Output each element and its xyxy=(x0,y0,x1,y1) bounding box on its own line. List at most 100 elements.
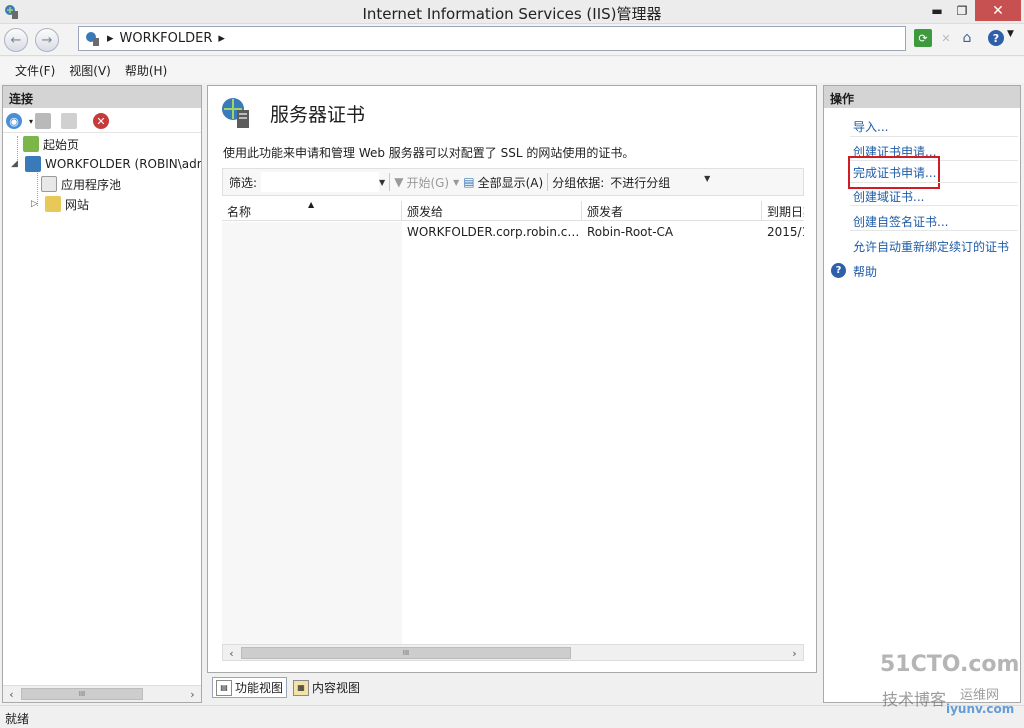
server-icon xyxy=(86,31,99,46)
certificates-table: 名称 ▲ 颁发给 颁发者 到期日期 WORKFOLDER.corp.robin.… xyxy=(222,201,804,645)
show-all-icon: ▤ xyxy=(463,175,475,189)
stop-icon[interactable]: ✕ xyxy=(937,29,955,47)
expand-icon[interactable]: ▷ xyxy=(31,199,41,209)
tree-node-label: 网站 xyxy=(65,197,90,212)
tree-node-app-pools[interactable]: 应用程序池 xyxy=(41,174,121,194)
menu-file[interactable]: 文件(F) xyxy=(8,62,62,79)
main-content-panel: 服务器证书 使用此功能来申请和管理 Web 服务器可以对配置了 SSL 的网站使… xyxy=(207,85,817,673)
import-link[interactable]: 导入... xyxy=(853,118,888,135)
connections-horizontal-scrollbar[interactable]: ‹ III › xyxy=(3,685,201,702)
highlight-annotation-box xyxy=(848,156,940,189)
tree-node-server[interactable]: ◢ WORKFOLDER (ROBIN\administrator) xyxy=(11,154,201,174)
tree-node-start-page[interactable]: 起始页 xyxy=(23,134,79,154)
breadcrumb-root-arrow[interactable]: ▸ xyxy=(107,31,114,46)
address-toolbar: ← → ▸ WORKFOLDER ▸ ⟳ ✕ ⌂ ? ▼ xyxy=(0,24,1024,56)
collapse-icon[interactable]: ◢ xyxy=(11,159,21,169)
sort-ascending-icon: ▲ xyxy=(308,201,315,209)
tab-content-view[interactable]: ▦ 内容视图 xyxy=(289,677,364,698)
go-button[interactable]: ▼ 开始(G) xyxy=(394,174,449,191)
group-by-select[interactable]: 不进行分组 ▼ xyxy=(604,174,716,191)
window-title: Internet Information Services (IIS)管理器 xyxy=(362,5,662,23)
actions-panel: 操作 导入... 创建证书申请... 完成证书申请... 创建域证书... 创建… xyxy=(823,85,1021,703)
separator xyxy=(389,173,391,191)
server-icon xyxy=(25,156,41,172)
tree-node-sites[interactable]: ▷ 网站 xyxy=(31,194,89,214)
connections-panel: 连接 ◉ ▾ ✕ 起始页 ◢ WORKFOLDER (ROBIN\adminis… xyxy=(2,85,202,703)
status-text: 就绪 xyxy=(5,712,30,726)
connect-globe-icon[interactable]: ◉ xyxy=(6,113,22,129)
forward-button[interactable]: → xyxy=(35,28,59,52)
save-icon[interactable] xyxy=(35,113,51,129)
connections-toolbar: ◉ ▾ ✕ xyxy=(3,109,201,133)
sites-folder-icon xyxy=(45,196,61,212)
divider xyxy=(850,182,1018,183)
go-button-label: 开始(G) xyxy=(406,175,450,190)
funnel-icon: ▼ xyxy=(394,175,404,189)
scrollbar-thumb[interactable]: III xyxy=(21,688,143,700)
breadcrumb-segment[interactable]: WORKFOLDER xyxy=(120,31,213,46)
allow-auto-rebind-link[interactable]: 允许自动重新绑定续订的证书 xyxy=(853,238,1009,255)
table-header: 名称 ▲ 颁发给 颁发者 到期日期 xyxy=(222,201,804,221)
filter-input[interactable] xyxy=(261,172,380,192)
connections-tree: 起始页 ◢ WORKFOLDER (ROBIN\administrator) 应… xyxy=(3,134,201,682)
divider xyxy=(850,230,1018,231)
minimize-button[interactable]: ▬ xyxy=(925,0,949,21)
tab-features-view[interactable]: ▤ 功能视图 xyxy=(212,677,288,698)
cell-issued-by: Robin-Root-CA xyxy=(587,225,674,239)
column-header-issued-to[interactable]: 颁发给 xyxy=(402,201,582,221)
tab-label: 功能视图 xyxy=(235,681,284,695)
scrollbar-thumb[interactable]: III xyxy=(241,647,571,659)
title-bar: Internet Information Services (IIS)管理器 ▬… xyxy=(0,0,1024,24)
watermark-line3: 运维网 xyxy=(960,688,1000,703)
chevron-down-icon[interactable]: ▼ xyxy=(453,178,459,187)
cell-issued-to: WORKFOLDER.corp.robin.com xyxy=(407,225,580,239)
view-switcher: ▤ 功能视图 ▦ 内容视图 xyxy=(212,677,364,699)
app-pool-icon xyxy=(41,176,57,192)
chevron-down-icon: ▼ xyxy=(704,173,711,183)
help-icon[interactable]: ? xyxy=(988,30,1004,46)
show-all-button[interactable]: ▤ 全部显示(A) xyxy=(463,174,543,191)
refresh-icon[interactable]: ⟳ xyxy=(914,29,932,47)
create-self-signed-certificate-link[interactable]: 创建自签名证书... xyxy=(853,213,948,230)
help-link[interactable]: 帮助 xyxy=(853,263,877,280)
scroll-right-icon[interactable]: › xyxy=(184,686,201,703)
tab-label: 内容视图 xyxy=(312,681,361,695)
create-domain-certificate-link[interactable]: 创建域证书... xyxy=(853,188,924,205)
disconnect-icon[interactable]: ✕ xyxy=(93,113,109,129)
address-breadcrumb[interactable]: ▸ WORKFOLDER ▸ xyxy=(78,26,906,51)
watermark-line1: 51CTO.com xyxy=(880,652,1020,677)
content-view-icon: ▦ xyxy=(293,679,310,696)
features-view-icon: ▤ xyxy=(216,679,232,696)
scroll-left-icon[interactable]: ‹ xyxy=(3,686,20,703)
home-icon[interactable]: ⌂ xyxy=(958,29,976,47)
divider xyxy=(850,136,1018,137)
content-horizontal-scrollbar[interactable]: ‹ III › xyxy=(222,644,804,661)
up-level-icon[interactable] xyxy=(61,113,77,129)
connections-header: 连接 xyxy=(3,86,201,108)
close-button[interactable]: ✕ xyxy=(975,0,1021,21)
scroll-left-icon[interactable]: ‹ xyxy=(223,645,240,662)
column-header-name[interactable]: 名称 ▲ xyxy=(222,201,402,221)
actions-header: 操作 xyxy=(824,86,1020,108)
help-icon[interactable]: ? xyxy=(831,263,846,278)
cell-expiration: 2015/1/21 15:55:39 xyxy=(767,225,804,239)
chevron-down-icon[interactable]: ▼ xyxy=(379,178,385,187)
tree-node-label: WORKFOLDER (ROBIN\administrator) xyxy=(45,157,201,171)
divider xyxy=(850,205,1018,206)
tree-node-label: 应用程序池 xyxy=(61,177,122,192)
page-description: 使用此功能来申请和管理 Web 服务器可以对配置了 SSL 的网站使用的证书。 xyxy=(223,146,635,160)
menu-view[interactable]: 视图(V) xyxy=(62,62,118,79)
scroll-right-icon[interactable]: › xyxy=(786,645,803,662)
start-page-icon xyxy=(23,136,39,152)
breadcrumb-trailing-arrow[interactable]: ▸ xyxy=(218,31,225,46)
menu-help[interactable]: 帮助(H) xyxy=(118,62,174,79)
sorted-column-background xyxy=(222,222,402,645)
menu-bar: 文件(F) 视图(V) 帮助(H) xyxy=(0,57,1024,83)
back-button[interactable]: ← xyxy=(4,28,28,52)
chevron-down-icon[interactable]: ▼ xyxy=(1007,29,1014,39)
maximize-button[interactable]: ❐ xyxy=(950,0,974,21)
column-label: 名称 xyxy=(227,205,252,219)
column-header-expiration[interactable]: 到期日期 xyxy=(762,201,804,221)
server-certificate-icon xyxy=(222,98,249,128)
column-header-issued-by[interactable]: 颁发者 xyxy=(582,201,762,221)
